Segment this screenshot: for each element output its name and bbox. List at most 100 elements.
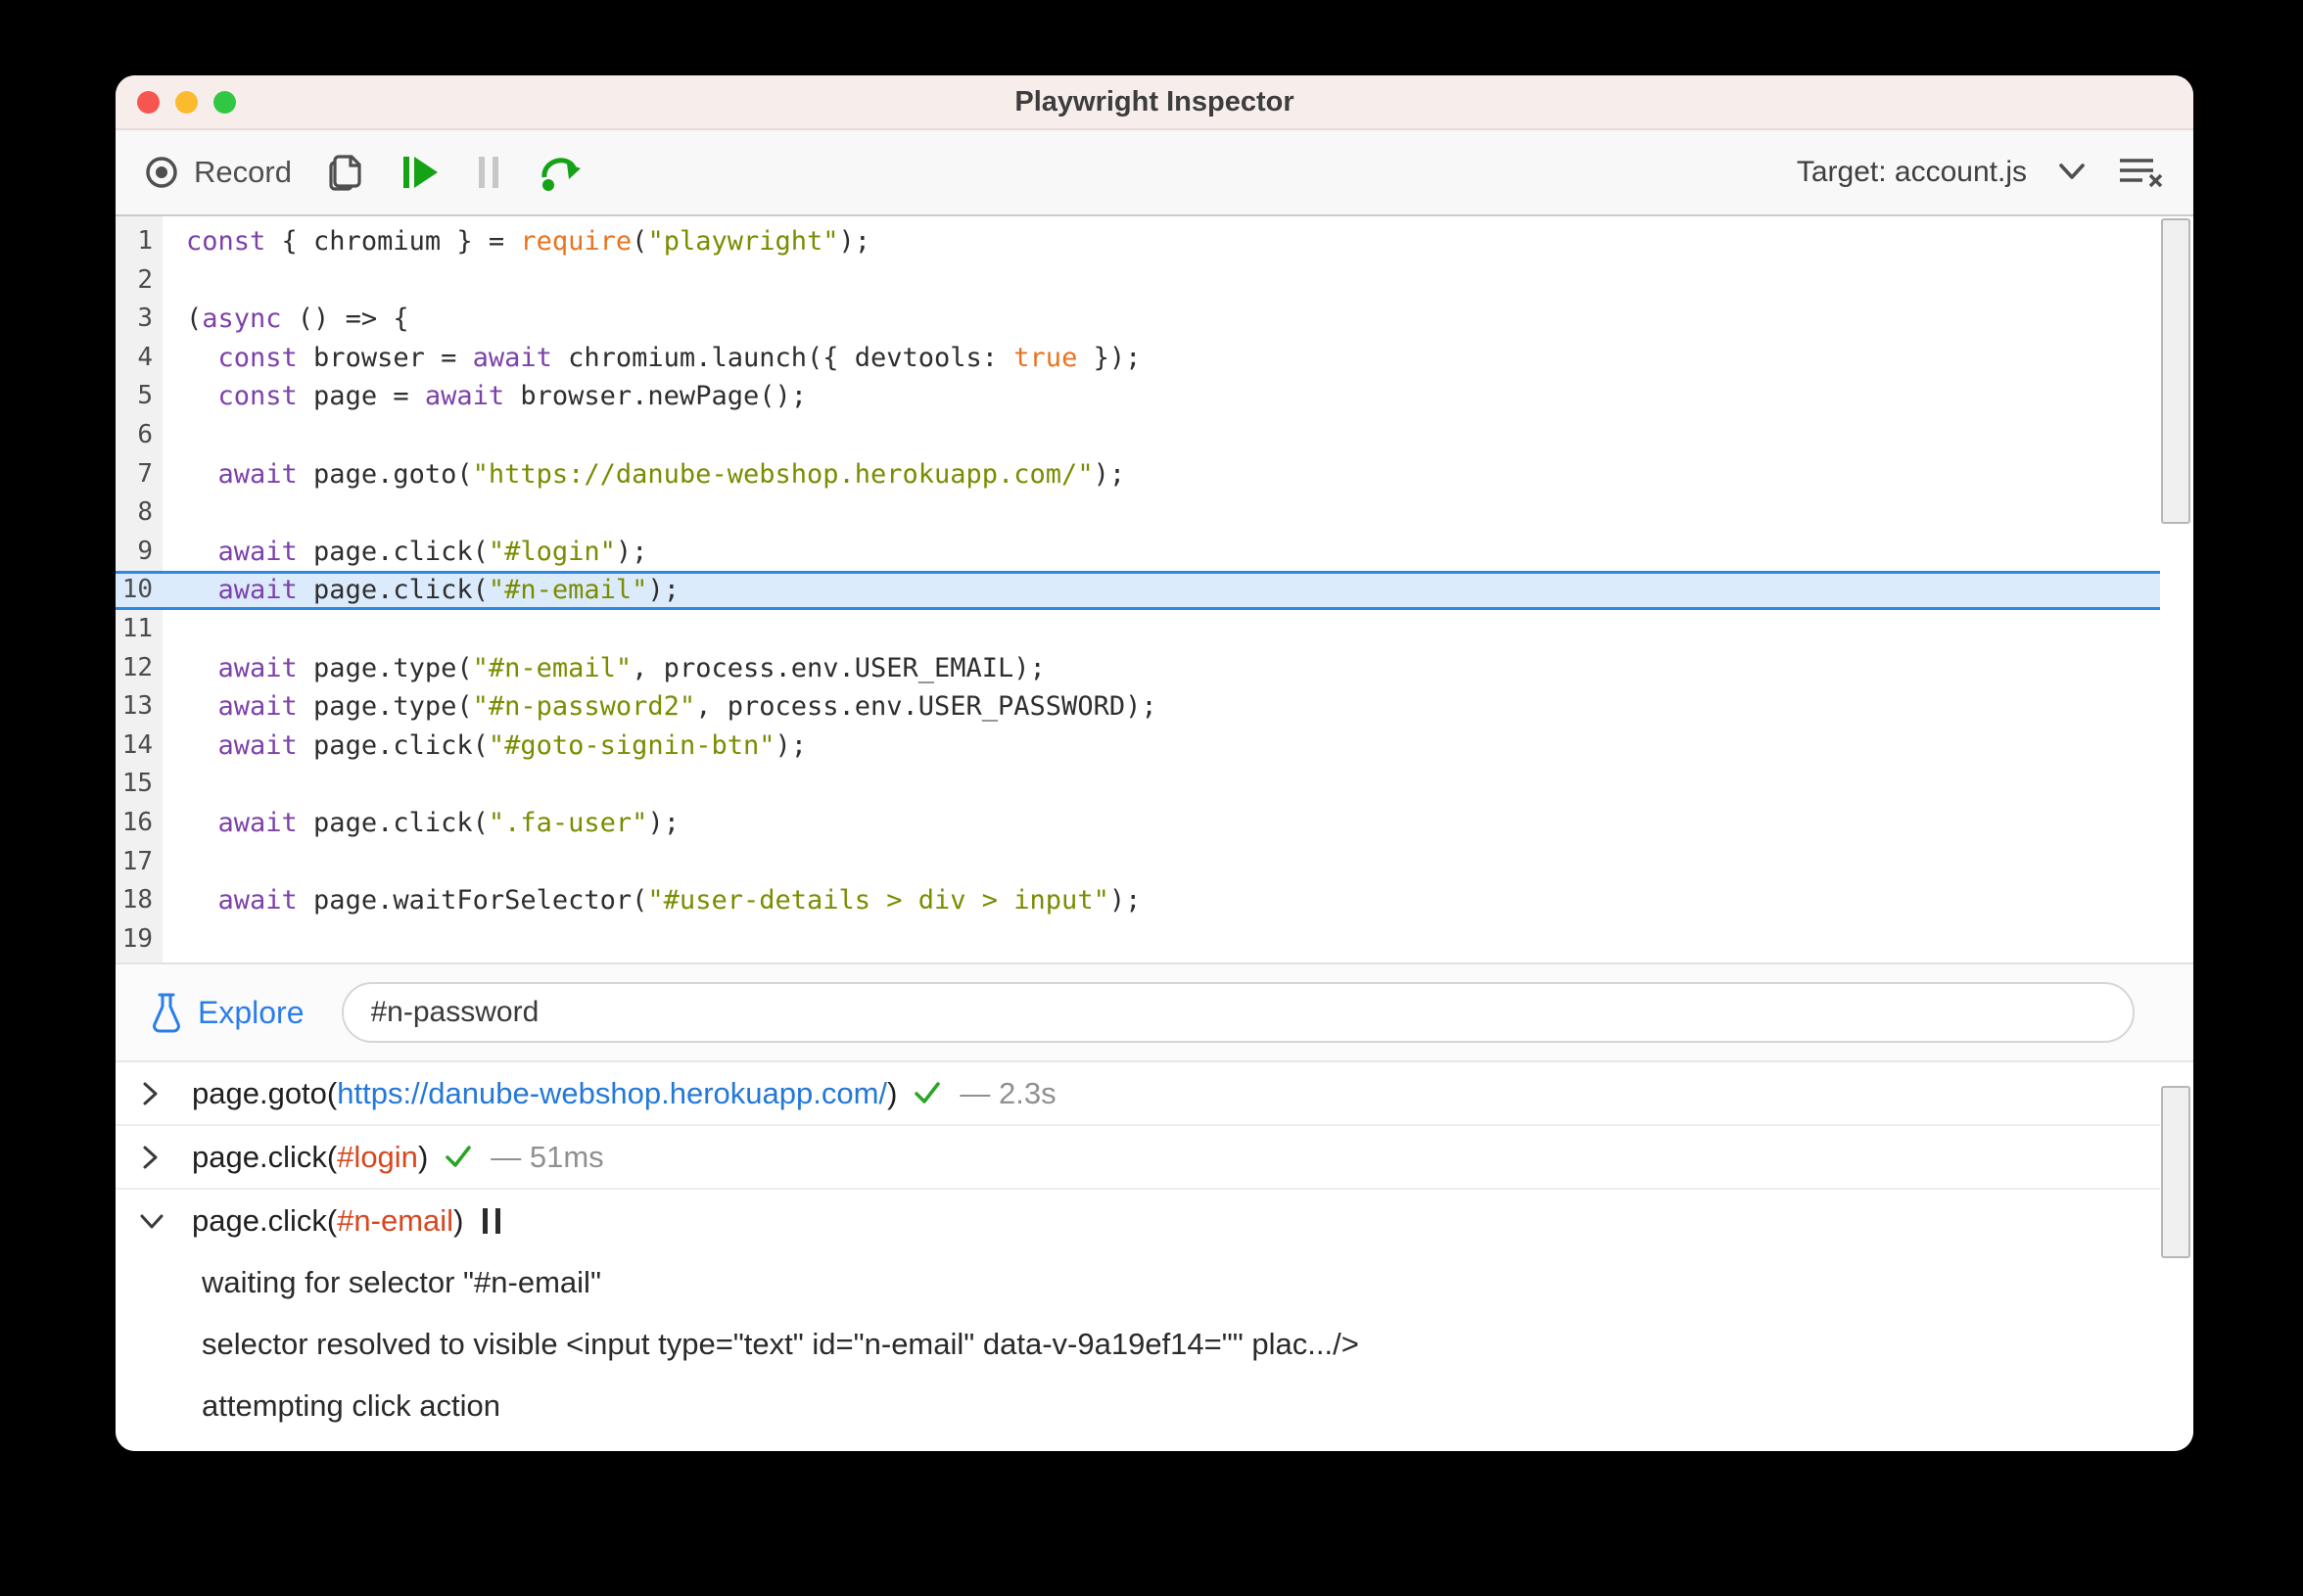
- line-number: 2: [137, 264, 153, 295]
- duration-label: — 51ms: [491, 1139, 604, 1174]
- code-line: 17: [116, 843, 2160, 882]
- record-icon: [143, 154, 180, 191]
- pause-icon: [474, 154, 503, 191]
- line-number: 1: [137, 226, 153, 256]
- code-text: await page.click("#goto-signin-btn");: [217, 729, 807, 761]
- explore-label: Explore: [198, 994, 305, 1030]
- code-scrollbar-track[interactable]: [2160, 216, 2193, 962]
- log-entry[interactable]: page.click(#login) — 51ms: [116, 1126, 2160, 1190]
- log-entry[interactable]: page.goto(https://danube-webshop.herokua…: [116, 1062, 2160, 1126]
- code-line: 9 await page.click("#login");: [116, 533, 2160, 572]
- line-number: 15: [121, 769, 153, 799]
- line-number: 6: [137, 419, 153, 449]
- explore-button[interactable]: Explore: [149, 991, 305, 1034]
- line-number: 14: [121, 729, 153, 760]
- log-list: page.goto(https://danube-webshop.herokua…: [116, 1062, 2160, 1451]
- code-line-highlighted: 10 await page.click("#n-email");: [116, 571, 2160, 610]
- line-number: 11: [121, 613, 153, 643]
- zoom-window-button[interactable]: [213, 90, 236, 114]
- record-button[interactable]: Record: [143, 154, 292, 191]
- chevron-right-icon[interactable]: [137, 1143, 192, 1172]
- code-line: 13 await page.type("#n-password2", proce…: [116, 687, 2160, 727]
- chevron-down-icon[interactable]: [137, 1208, 192, 1234]
- line-number: 19: [121, 923, 153, 954]
- copy-icon: [325, 150, 366, 195]
- log-detail-line: waiting for selector "#n-email": [202, 1265, 601, 1299]
- check-icon: [913, 1080, 942, 1107]
- line-number: 13: [121, 691, 153, 722]
- duration-label: — 2.3s: [960, 1075, 1057, 1110]
- playwright-inspector-window: Playwright Inspector Record Target: acco…: [116, 75, 2193, 1451]
- title-bar: Playwright Inspector: [116, 75, 2193, 130]
- clear-log-icon[interactable]: [2117, 156, 2166, 189]
- code-text: await page.waitForSelector("#user-detail…: [217, 885, 1142, 916]
- traffic-lights: [137, 75, 236, 128]
- code-text: await page.type("#n-email", process.env.…: [217, 652, 1046, 683]
- code-line: 8: [116, 493, 2160, 533]
- log-scrollbar-thumb[interactable]: [2161, 1086, 2190, 1258]
- record-label: Record: [194, 155, 292, 189]
- selector-input[interactable]: [341, 982, 2135, 1043]
- code-text: await page.click("#n-email");: [217, 575, 680, 606]
- code-text: (async () => {: [186, 304, 409, 335]
- pause-button[interactable]: [474, 154, 503, 191]
- explore-bar: Explore: [116, 964, 2193, 1062]
- toolbar: Record Target: account.js: [116, 130, 2193, 216]
- step-over-button[interactable]: [537, 152, 582, 193]
- log-scrollbar-track[interactable]: [2160, 1062, 2193, 1451]
- code-line: 15: [116, 765, 2160, 804]
- code-line: 7 await page.goto("https://danube-websho…: [116, 455, 2160, 494]
- chevron-down-icon[interactable]: [2056, 162, 2088, 183]
- code-text: await page.click(".fa-user");: [217, 807, 680, 838]
- log-detail-line: attempting click action: [202, 1388, 500, 1423]
- code-scrollbar-thumb[interactable]: [2161, 218, 2190, 524]
- resume-button[interactable]: [400, 154, 441, 191]
- log-detail-line: selector resolved to visible <input type…: [202, 1327, 1359, 1361]
- copy-button[interactable]: [325, 150, 366, 195]
- chevron-right-icon[interactable]: [137, 1079, 192, 1108]
- code-text: const { chromium } = require("playwright…: [186, 226, 871, 257]
- target-label: Target:: [1796, 156, 1887, 188]
- minimize-window-button[interactable]: [175, 90, 198, 114]
- flask-icon: [149, 991, 184, 1034]
- line-number: 10: [121, 575, 153, 605]
- log-entry-text: page.click(#n-email): [192, 1202, 464, 1238]
- line-number: 7: [137, 458, 153, 489]
- line-number: 18: [121, 885, 153, 915]
- code-line: 12 await page.type("#n-email", process.e…: [116, 649, 2160, 688]
- code-line: 14 await page.click("#goto-signin-btn");: [116, 727, 2160, 766]
- check-icon: [444, 1144, 473, 1171]
- close-window-button[interactable]: [137, 90, 160, 114]
- line-number: 12: [121, 652, 153, 682]
- code-line: 6: [116, 416, 2160, 455]
- code-text: const page = await browser.newPage();: [217, 381, 807, 412]
- window-title: Playwright Inspector: [1014, 85, 1294, 117]
- target-area: Target: account.js: [1797, 156, 2166, 189]
- log-selector: #login: [337, 1139, 418, 1174]
- log-entry[interactable]: page.click(#n-email): [116, 1190, 2160, 1251]
- code-line: 3 (async () => {: [116, 300, 2160, 339]
- running-pause-icon: [483, 1207, 501, 1234]
- target-selector[interactable]: Target: account.js: [1797, 156, 2027, 189]
- log-url[interactable]: https://danube-webshop.herokuapp.com/: [337, 1076, 887, 1110]
- resume-icon: [400, 154, 441, 191]
- code-line: 2: [116, 261, 2160, 301]
- log-entry-text: page.click(#login): [192, 1139, 429, 1174]
- code-line: 5 const page = await browser.newPage();: [116, 377, 2160, 416]
- code-text: await page.click("#login");: [217, 536, 648, 567]
- code-text: await page.goto("https://danube-webshop.…: [217, 458, 1126, 490]
- code-text: await page.type("#n-password2", process.…: [217, 691, 1157, 723]
- code-editor: 1 const { chromium } = require("playwrigh…: [116, 216, 2193, 964]
- log-selector: #n-email: [337, 1202, 454, 1238]
- action-log: page.goto(https://danube-webshop.herokua…: [116, 1062, 2193, 1451]
- step-over-icon: [537, 152, 582, 193]
- code-lines: 1 const { chromium } = require("playwrigh…: [116, 216, 2160, 962]
- code-line: 19: [116, 920, 2160, 960]
- log-entry-text: page.goto(https://danube-webshop.herokua…: [192, 1075, 898, 1110]
